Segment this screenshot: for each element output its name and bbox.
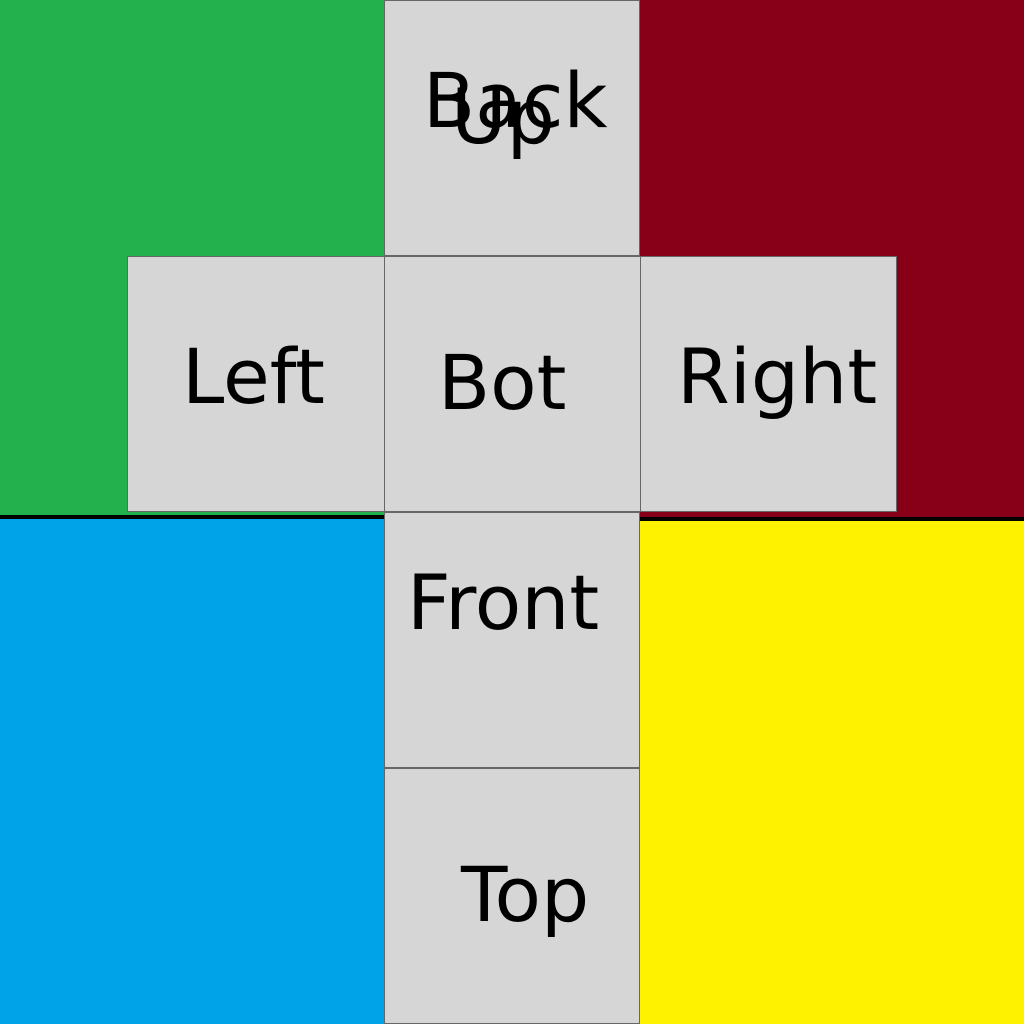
face-front: Front [384, 512, 640, 768]
face-left-label: Left [182, 332, 325, 421]
face-front-label: Front [407, 558, 600, 647]
face-right: Right [640, 256, 897, 512]
face-top-label: Top [461, 850, 590, 939]
cube-net-diagram: Back Up Left Bot Right Front Top [0, 0, 1024, 1024]
face-top: Top [384, 768, 640, 1024]
face-bot-label: Bot [438, 338, 567, 427]
face-up-label: Up [451, 72, 555, 161]
face-left: Left [127, 256, 385, 512]
yellow-quadrant [640, 519, 1024, 1024]
face-bot: Bot [384, 256, 641, 512]
face-right-label: Right [677, 332, 878, 421]
blue-quadrant [0, 517, 384, 1024]
face-back: Back Up [384, 0, 640, 256]
left-divider-line [0, 515, 386, 519]
right-divider-line [640, 517, 1024, 521]
